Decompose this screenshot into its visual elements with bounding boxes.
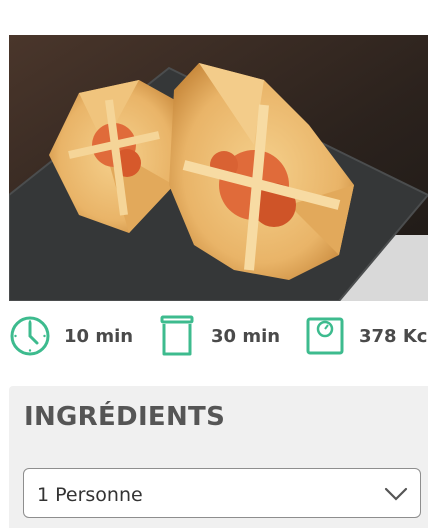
- chevron-down-icon: [384, 487, 408, 501]
- ingredients-panel: INGRÉDIENTS 1 Personne: [9, 386, 428, 528]
- ingredients-title: INGRÉDIENTS: [24, 402, 226, 432]
- cook-time-stat: 30 min: [155, 312, 280, 360]
- calories-stat: 378 Kcal: [303, 312, 428, 360]
- clock-icon: [8, 314, 52, 358]
- pot-icon: [155, 314, 199, 358]
- recipe-stats: 10 min 30 min 378 Kcal: [0, 312, 428, 360]
- prep-time-value: 10 min: [64, 325, 134, 347]
- servings-select[interactable]: 1 Personne: [23, 468, 421, 518]
- prep-time-stat: 10 min: [8, 312, 133, 360]
- servings-select-value: 1 Personne: [37, 484, 143, 506]
- calories-value: 378 Kcal: [359, 325, 428, 347]
- recipe-photo: [9, 35, 428, 301]
- scale-icon: [303, 314, 347, 358]
- cook-time-value: 30 min: [211, 325, 281, 347]
